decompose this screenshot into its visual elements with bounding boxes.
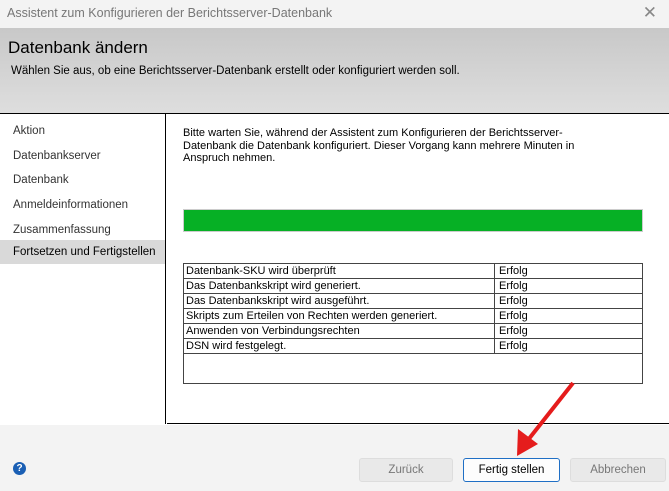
step-name: DSN wird festgelegt. [183,338,495,354]
sidebar-item-fortsetzen[interactable]: Fortsetzen und Fertigstellen [0,240,165,264]
empty-cell [183,353,643,384]
step-name: Datenbank-SKU wird überprüft [183,263,495,279]
footer: ? Zurück Fertig stellen Abbrechen [0,425,669,491]
step-status: Erfolg [494,308,643,324]
step-status: Erfolg [494,278,643,294]
table-row: Skripts zum Erteilen von Rechten werden … [183,308,643,324]
wizard-steps-sidebar: Aktion Datenbankserver Datenbank Anmelde… [0,114,166,424]
close-icon[interactable]: ✕ [643,3,657,23]
table-row: Das Datenbankskript wird generiert. Erfol… [183,278,643,294]
sidebar-item-datenbankserver[interactable]: Datenbankserver [0,144,165,168]
finish-button[interactable]: Fertig stellen [463,458,560,482]
cancel-button[interactable]: Abbrechen [570,458,666,482]
table-empty-row [183,353,643,384]
intro-text: Bitte warten Sie, während der Assistent … [183,127,575,164]
step-status: Erfolg [494,323,643,339]
table-row: Das Datenbankskript wird ausgeführt. Erfo… [183,293,643,309]
help-icon[interactable]: ? [13,462,26,475]
page-subtitle: Wählen Sie aus, ob eine Berichtsserver-D… [11,65,460,77]
table-row: Datenbank-SKU wird überprüft Erfolg [183,263,643,279]
window-title: Assistent zum Konfigurieren der Berichts… [7,6,333,20]
table-row: DSN wird festgelegt. Erfolg [183,338,643,354]
step-status: Erfolg [494,293,643,309]
sidebar-item-aktion[interactable]: Aktion [0,119,165,143]
steps-table: Datenbank-SKU wird überprüft Erfolg Das Da… [183,263,643,384]
sidebar-item-anmeldeinformationen[interactable]: Anmeldeinformationen [0,193,165,217]
step-name: Das Datenbankskript wird generiert. [183,278,495,294]
progress-fill [184,210,642,231]
step-name: Skripts zum Erteilen von Rechten werden … [183,308,495,324]
step-status: Erfolg [494,338,643,354]
progress-bar [183,209,643,232]
wizard-header: Datenbank ändern Wählen Sie aus, ob eine… [0,28,669,114]
page-title: Datenbank ändern [8,38,148,57]
step-name: Das Datenbankskript wird ausgeführt. [183,293,495,309]
title-bar: Assistent zum Konfigurieren der Berichts… [0,0,669,28]
step-name: Anwenden von Verbindungsrechten [183,323,495,339]
back-button[interactable]: Zurück [359,458,453,482]
main-panel: Bitte warten Sie, während der Assistent … [167,114,669,424]
step-status: Erfolg [494,263,643,279]
sidebar-item-zusammenfassung[interactable]: Zusammenfassung [0,218,165,242]
sidebar-item-datenbank[interactable]: Datenbank [0,168,165,192]
table-row: Anwenden von Verbindungsrechten Erfolg [183,323,643,339]
